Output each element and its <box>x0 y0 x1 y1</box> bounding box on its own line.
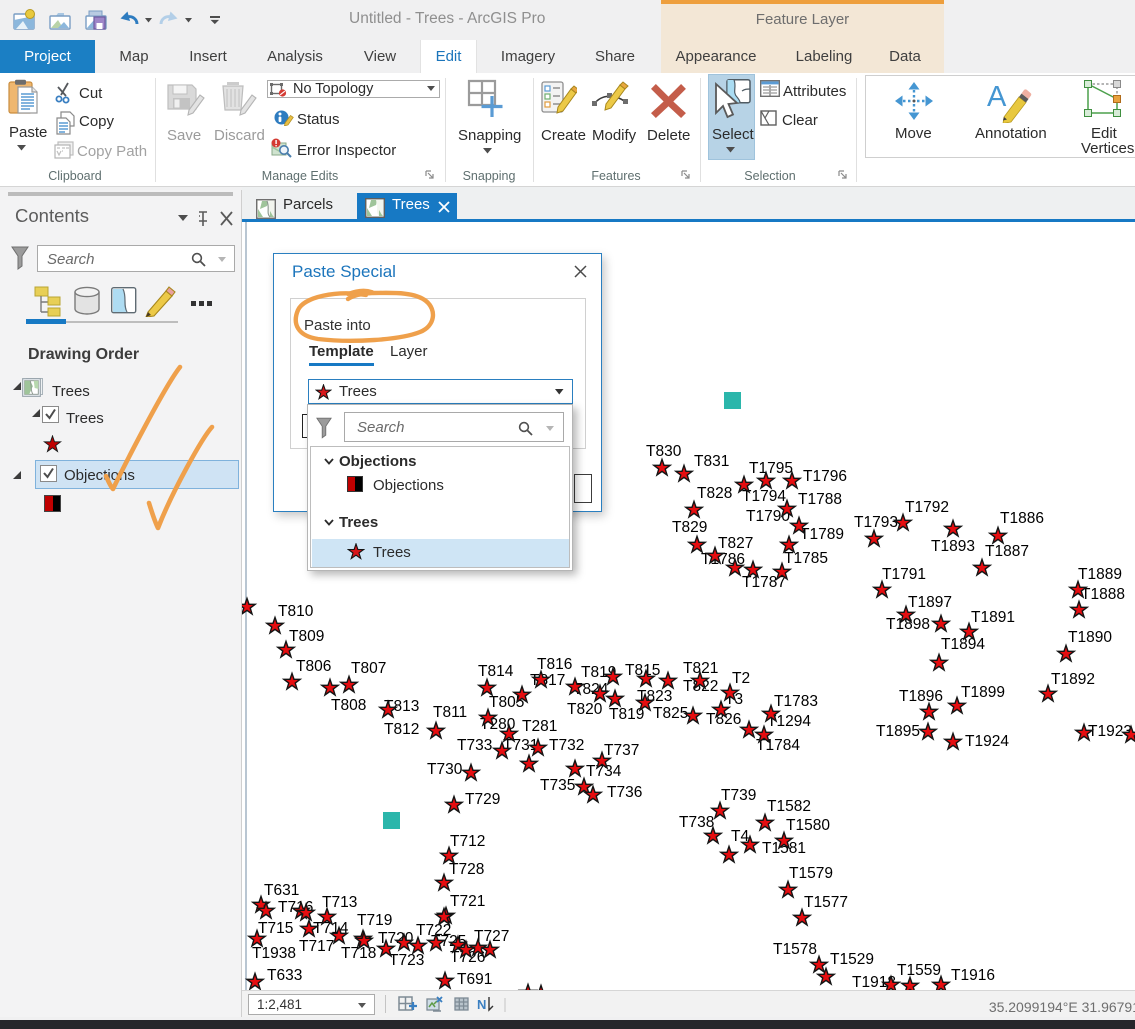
svg-text:T1796: T1796 <box>803 468 847 485</box>
svg-text:T1579: T1579 <box>789 865 833 882</box>
svg-text:T1582: T1582 <box>767 798 811 815</box>
svg-text:T729: T729 <box>465 791 500 808</box>
svg-text:T737: T737 <box>604 742 639 759</box>
svg-text:T827: T827 <box>718 535 753 552</box>
svg-text:T831: T831 <box>694 453 729 470</box>
svg-text:A: A <box>987 81 1007 113</box>
svg-text:T738: T738 <box>679 814 714 831</box>
svg-text:T1788: T1788 <box>798 491 842 508</box>
svg-text:T1896: T1896 <box>899 688 943 705</box>
svg-text:T1793: T1793 <box>854 514 898 531</box>
svg-text:T712: T712 <box>450 833 485 850</box>
svg-text:T808: T808 <box>331 697 366 714</box>
svg-text:T814: T814 <box>478 663 514 680</box>
svg-text:T631: T631 <box>264 882 299 899</box>
svg-text:T809: T809 <box>289 628 324 645</box>
svg-text:T1895: T1895 <box>876 723 920 740</box>
svg-text:T721: T721 <box>450 893 485 910</box>
svg-text:T1891: T1891 <box>971 609 1015 626</box>
svg-text:T830: T830 <box>646 443 682 460</box>
svg-text:N: N <box>477 997 486 1012</box>
svg-text:T1887: T1887 <box>985 543 1029 560</box>
svg-text:T723: T723 <box>389 952 424 969</box>
svg-text:T1889: T1889 <box>1078 566 1122 583</box>
svg-text:T812: T812 <box>384 721 419 738</box>
svg-text:T1916: T1916 <box>951 967 995 984</box>
svg-text:T733: T733 <box>457 737 492 754</box>
svg-text:T807: T807 <box>351 660 386 677</box>
svg-text:T739: T739 <box>721 787 756 804</box>
svg-text:T1886: T1886 <box>1000 510 1044 527</box>
svg-text:T1580: T1580 <box>786 817 830 834</box>
svg-text:T1888: T1888 <box>1081 586 1125 603</box>
svg-text:T1785: T1785 <box>784 550 828 567</box>
svg-text:T1529: T1529 <box>830 951 874 968</box>
svg-text:T810: T810 <box>278 603 314 620</box>
svg-text:T1792: T1792 <box>905 499 949 516</box>
svg-text:T828: T828 <box>697 485 732 502</box>
svg-text:T715: T715 <box>258 920 293 937</box>
svg-text:T1899: T1899 <box>961 684 1005 701</box>
svg-text:T633: T633 <box>267 967 302 984</box>
svg-text:T1892: T1892 <box>1051 671 1095 688</box>
svg-text:T1795: T1795 <box>749 460 793 477</box>
svg-text:T816: T816 <box>537 656 572 673</box>
svg-text:T691: T691 <box>457 971 492 988</box>
svg-text:T811: T811 <box>433 704 467 721</box>
svg-text:T1893: T1893 <box>931 538 975 555</box>
svg-text:T1789: T1789 <box>800 526 844 543</box>
svg-text:T720: T720 <box>378 930 414 947</box>
svg-text:T819: T819 <box>609 706 644 723</box>
svg-text:T817: T817 <box>530 672 565 689</box>
svg-text:T1559: T1559 <box>897 962 941 979</box>
svg-text:T806: T806 <box>296 658 331 675</box>
svg-text:T1890: T1890 <box>1068 629 1112 646</box>
svg-text:T281: T281 <box>522 718 557 735</box>
svg-text:T1577: T1577 <box>804 894 848 911</box>
svg-text:T719: T719 <box>357 912 392 929</box>
svg-text:T1783: T1783 <box>774 693 818 710</box>
svg-text:T2: T2 <box>732 670 750 687</box>
svg-text:T736: T736 <box>607 784 642 801</box>
svg-text:T1924: T1924 <box>965 733 1009 750</box>
svg-text:T732: T732 <box>549 737 584 754</box>
svg-text:T825: T825 <box>653 705 688 722</box>
svg-text:T1578: T1578 <box>773 941 817 958</box>
svg-text:T735: T735 <box>540 777 575 794</box>
svg-text:T820: T820 <box>567 701 603 718</box>
svg-text:T717: T717 <box>299 938 334 955</box>
svg-text:T1938: T1938 <box>252 945 296 962</box>
svg-text:T1897: T1897 <box>908 594 952 611</box>
svg-text:T829: T829 <box>672 519 707 536</box>
svg-text:T1791: T1791 <box>882 566 926 583</box>
svg-text:T1894: T1894 <box>941 636 985 653</box>
svg-text:T730: T730 <box>427 761 463 778</box>
svg-text:T1923: T1923 <box>1088 723 1132 740</box>
